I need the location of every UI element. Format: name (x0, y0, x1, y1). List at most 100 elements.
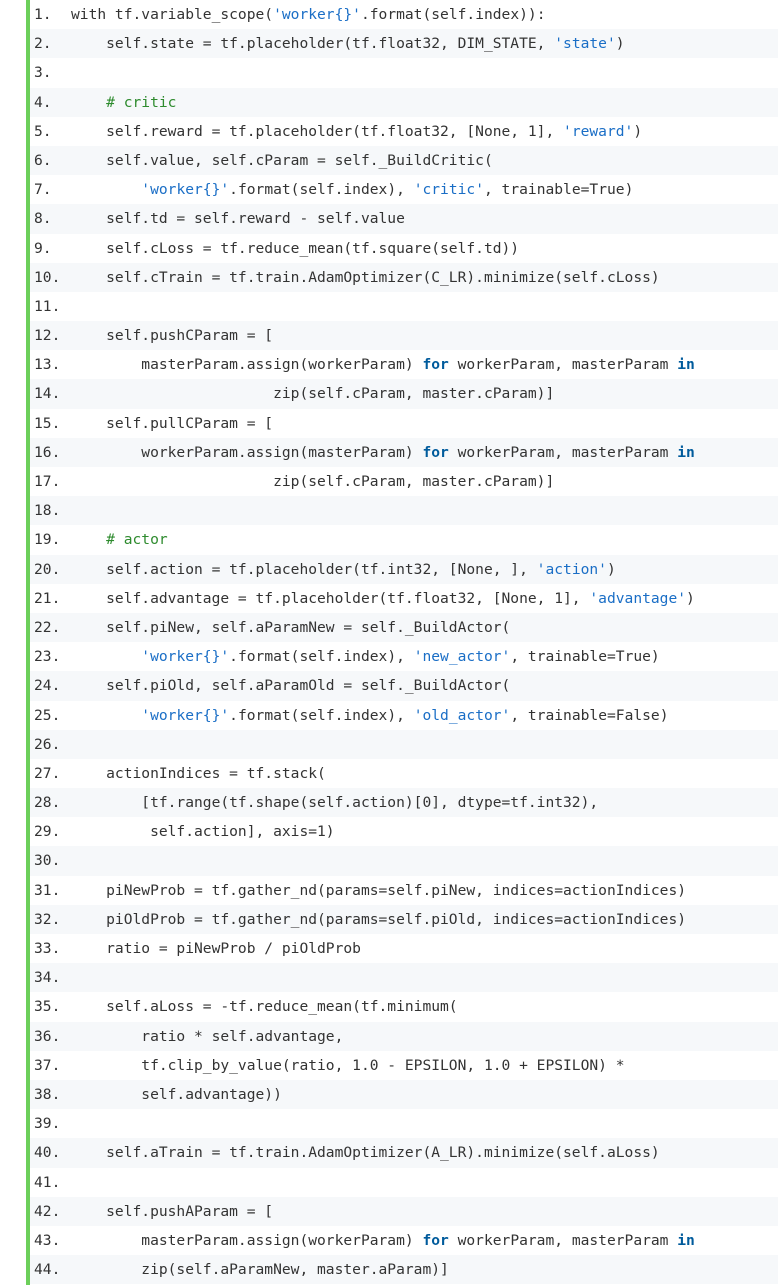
string-token: 'worker{}' (273, 6, 361, 23)
line-source (71, 963, 778, 992)
line-number: 29. (34, 823, 61, 841)
code-token: zip(self.aParamNew, master.aParam)] (71, 1261, 449, 1279)
line-source: self.td = self.reward - self.value (71, 204, 778, 233)
string-token: 'worker{}' (141, 648, 230, 666)
keyword-token: for (422, 1231, 449, 1249)
line-source: workerParam.assign(masterParam) for work… (71, 438, 778, 467)
code-token: workerParam, masterParam (448, 443, 678, 461)
keyword-token: in (677, 356, 695, 374)
code-token: self.state = tf.placeholder(tf.float32, … (71, 35, 555, 53)
line-number: 27. (34, 764, 61, 782)
line-source (71, 730, 778, 759)
line-source: 'worker{}'.format(self.index), 'new_acto… (71, 642, 778, 671)
code-line: 8. self.td = self.reward - self.value (30, 204, 778, 234)
line-number: 17. (34, 473, 61, 490)
string-token: 'worker{}' (141, 706, 230, 724)
line-source: self.piNew, self.aParamNew = self._Build… (71, 613, 778, 642)
line-number: 3. (34, 64, 52, 82)
code-token: self.cLoss = tf.reduce_mean(tf.square(se… (71, 239, 520, 257)
code-line: 35. self.aLoss = -tf.reduce_mean(tf.mini… (30, 992, 778, 1022)
code-line: 40. self.aTrain = tf.train.AdamOptimizer… (30, 1138, 778, 1168)
line-source: [tf.range(tf.shape(self.action)[0], dtyp… (71, 788, 778, 817)
code-token: self.action], axis=1) (71, 823, 335, 841)
line-number: 13. (34, 356, 61, 374)
code-line: 4. # critic (30, 87, 778, 117)
string-token: 'advantage' (589, 589, 687, 607)
code-token: self.pushCParam = [ (71, 327, 274, 345)
code-token: self.pullCParam = [ (71, 414, 274, 432)
comment-token: # actor (106, 531, 168, 549)
code-token: self.advantage = tf.placeholder(tf.float… (71, 589, 590, 607)
code-line: 20. self.action = tf.placeholder(tf.int3… (30, 554, 778, 584)
code-token: zip(self.cParam, master.cParam)] (71, 473, 555, 490)
line-number: 14. (34, 385, 61, 403)
line-source: self.advantage = tf.placeholder(tf.float… (71, 584, 778, 613)
line-number: 31. (34, 881, 61, 899)
line-source: tf.clip_by_value(ratio, 1.0 - EPSILON, 1… (71, 1051, 778, 1080)
code-line: 14. zip(self.cParam, master.cParam)] (30, 379, 778, 409)
code-line: 1. with tf.variable_scope('worker{}'.form… (30, 0, 778, 30)
code-token: tf.clip_by_value(ratio, 1.0 - EPSILON, 1… (71, 1056, 625, 1074)
line-number: 40. (34, 1144, 61, 1162)
code-token: self.reward = tf.placeholder(tf.float32,… (71, 122, 564, 140)
line-source (71, 846, 778, 875)
line-source: actionIndices = tf.stack( (71, 759, 778, 788)
string-token: 'reward' (563, 122, 634, 140)
code-token: self.piOld, self.aParamOld = self._Build… (71, 677, 511, 695)
line-source: self.cTrain = tf.train.AdamOptimizer(C_L… (71, 263, 778, 292)
line-number: 22. (34, 618, 61, 636)
line-number: 44. (34, 1261, 61, 1279)
code-line: 43. masterParam.assign(workerParam) for … (30, 1225, 778, 1256)
line-number: 37. (34, 1056, 61, 1074)
code-token: self.value, self.cParam = self._BuildCri… (71, 151, 493, 169)
code-token: [tf.range(tf.shape(self.action)[0], dtyp… (71, 794, 599, 812)
line-number: 10. (34, 268, 61, 286)
line-number: 34. (34, 969, 61, 987)
code-token: .format(self.index), (229, 648, 414, 666)
line-number: 39. (34, 1115, 61, 1133)
keyword-token: for (422, 443, 449, 461)
code-line: 21. self.advantage = tf.placeholder(tf.f… (30, 583, 778, 613)
line-number: 42. (34, 1202, 61, 1220)
line-source (71, 496, 778, 525)
line-source: zip(self.cParam, master.cParam)] (71, 379, 778, 408)
code-token: .format(self.index), (229, 706, 414, 724)
code-token: zip(self.cParam, master.cParam)] (71, 385, 555, 403)
line-number: 28. (34, 794, 61, 812)
code-line: 44. zip(self.aParamNew, master.aParam)] (30, 1255, 778, 1285)
line-source: piOldProb = tf.gather_nd(params=self.piO… (71, 905, 778, 934)
code-token: , trainable=True) (483, 181, 634, 199)
line-source: masterParam.assign(workerParam) for work… (71, 350, 778, 379)
code-token: self.piNew, self.aParamNew = self._Build… (71, 618, 511, 636)
line-source: self.piOld, self.aParamOld = self._Build… (71, 671, 778, 700)
code-line: 18. (30, 496, 778, 526)
line-number: 30. (34, 852, 61, 870)
code-line: 24. self.piOld, self.aParamOld = self._B… (30, 671, 778, 701)
line-source: self.value, self.cParam = self._BuildCri… (71, 146, 778, 175)
code-line: 3. (30, 58, 778, 88)
string-token: 'action' (536, 560, 607, 578)
code-token: ) (606, 560, 616, 578)
code-line: 26. (30, 729, 778, 759)
line-number: 41. (34, 1173, 61, 1191)
line-source: self.state = tf.placeholder(tf.float32, … (71, 29, 778, 58)
code-line: 13. masterParam.assign(workerParam) for … (30, 350, 778, 380)
code-token: self.aLoss = -tf.reduce_mean(tf.minimum( (71, 998, 458, 1016)
code-token: masterParam.assign(workerParam) (71, 1231, 423, 1249)
code-line: 10. self.cTrain = tf.train.AdamOptimizer… (30, 262, 778, 292)
line-source (71, 58, 778, 87)
code-line: 34. (30, 963, 778, 993)
line-number: 38. (34, 1085, 61, 1103)
line-number: 6. (34, 151, 52, 169)
line-number: 20. (34, 560, 61, 578)
line-source: self.action = tf.placeholder(tf.int32, [… (71, 555, 778, 584)
line-source (71, 292, 778, 321)
line-source: self.pushAParam = [ (71, 1197, 778, 1226)
code-line: 11. (30, 291, 778, 322)
line-number: 19. (34, 531, 61, 549)
code-line: 41. (30, 1167, 778, 1197)
